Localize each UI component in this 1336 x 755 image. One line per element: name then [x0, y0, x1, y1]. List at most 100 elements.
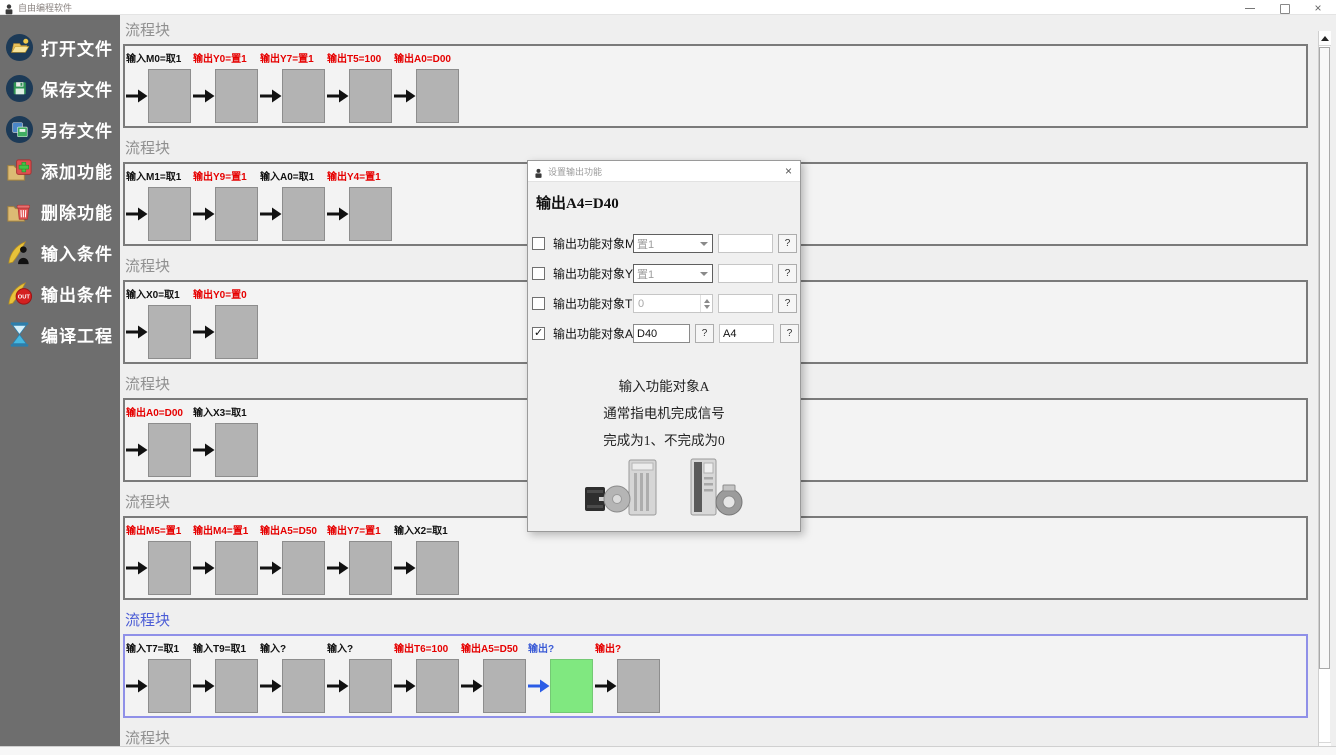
help-button[interactable]: ? — [778, 264, 797, 283]
flow-block[interactable] — [282, 541, 325, 595]
flow-block[interactable] — [349, 541, 392, 595]
flow-unit-row — [193, 540, 260, 596]
flow-block[interactable] — [282, 659, 325, 713]
sidebar-item-input-condition[interactable]: 输入条件 — [0, 232, 120, 273]
flow-unit[interactable]: 输入A0=取1 — [260, 171, 327, 242]
flow-unit[interactable]: 输出Y0=置0 — [193, 289, 260, 360]
scrollbar-thumb[interactable] — [1319, 47, 1330, 669]
flow-unit[interactable]: 输出Y9=置1 — [193, 171, 260, 242]
flow-unit[interactable]: 输出T5=100 — [327, 53, 394, 124]
extra-input[interactable] — [718, 294, 773, 313]
flow-unit[interactable]: 输入M0=取1 — [126, 53, 193, 124]
flow-unit[interactable]: 输入X0=取1 — [126, 289, 193, 360]
dialog-close-icon[interactable]: × — [783, 164, 794, 178]
flow-block[interactable] — [416, 659, 459, 713]
compile-project-icon — [5, 320, 35, 350]
flow-block[interactable] — [349, 659, 392, 713]
close-icon[interactable]: × — [1312, 2, 1324, 14]
flow-unit[interactable]: 输入X2=取1 — [394, 525, 461, 596]
checkbox[interactable] — [532, 237, 545, 250]
flow-unit[interactable]: 输入X3=取1 — [193, 407, 260, 478]
checkbox[interactable] — [532, 267, 545, 280]
sidebar-item-save-file[interactable]: 保存文件 — [0, 68, 120, 109]
extra-input[interactable] — [719, 324, 774, 343]
flow-unit[interactable]: 输出M4=置1 — [193, 525, 260, 596]
flow-block[interactable] — [148, 69, 191, 123]
flow-block[interactable] — [215, 423, 258, 477]
flow-block[interactable] — [617, 659, 660, 713]
flow-block[interactable] — [282, 69, 325, 123]
dialog-rows: 输出功能对象M置1?输出功能对象Y置1?输出功能对象T0?输出功能对象A?? — [528, 234, 800, 343]
scroll-up-icon[interactable] — [1319, 31, 1331, 46]
number-spinner[interactable]: 0 — [633, 294, 713, 313]
sidebar-item-open-file[interactable]: 打开文件 — [0, 27, 120, 68]
vertical-scrollbar[interactable] — [1318, 31, 1330, 746]
flow-block[interactable] — [349, 69, 392, 123]
spinner-value: 0 — [634, 298, 700, 310]
flow-block[interactable] — [215, 659, 258, 713]
sidebar-item-add-function[interactable]: 添加功能 — [0, 150, 120, 191]
help-button[interactable]: ? — [778, 234, 797, 253]
flow-block[interactable] — [148, 305, 191, 359]
flow-unit[interactable]: 输入M1=取1 — [126, 171, 193, 242]
help-button[interactable]: ? — [780, 324, 799, 343]
maximize-icon[interactable] — [1278, 2, 1290, 14]
flow-unit-label: 输出Y9=置1 — [193, 171, 260, 184]
flow-block[interactable] — [148, 187, 191, 241]
flow-unit-label: 输入A0=取1 — [260, 171, 327, 184]
flow-block[interactable] — [148, 423, 191, 477]
sidebar-item-output-condition[interactable]: OUT输出条件 — [0, 273, 120, 314]
sidebar-item-delete-function[interactable]: 删除功能 — [0, 191, 120, 232]
checkbox[interactable] — [532, 297, 545, 310]
flow-block[interactable] — [215, 541, 258, 595]
flow-unit[interactable]: 输出A5=D50 — [260, 525, 327, 596]
flow-block[interactable] — [215, 187, 258, 241]
combo-select[interactable]: 置1 — [633, 264, 713, 283]
arrow-black-icon — [260, 560, 282, 576]
flow-unit[interactable]: 输出Y7=置1 — [327, 525, 394, 596]
extra-input[interactable] — [718, 234, 773, 253]
flow-unit[interactable]: 输出? — [595, 643, 662, 714]
info-line: 输入功能对象A — [528, 373, 800, 400]
flow-block[interactable] — [349, 187, 392, 241]
flow-unit[interactable]: 输入? — [327, 643, 394, 714]
flow-unit[interactable]: 输出Y4=置1 — [327, 171, 394, 242]
flow-block[interactable] — [215, 305, 258, 359]
checkbox[interactable] — [532, 327, 545, 340]
flow-block[interactable] — [282, 187, 325, 241]
flow-unit[interactable]: 输出M5=置1 — [126, 525, 193, 596]
flow-block[interactable] — [416, 69, 459, 123]
value-input[interactable] — [633, 324, 690, 343]
sidebar-item-save-as-file[interactable]: 另存文件 — [0, 109, 120, 150]
flow-block[interactable] — [148, 659, 191, 713]
flow-unit[interactable]: 输出A0=D00 — [394, 53, 461, 124]
spinner-buttons[interactable] — [700, 295, 712, 312]
sidebar-item-label: 输出条件 — [41, 281, 113, 306]
output-condition-icon: OUT — [5, 279, 35, 309]
scroll-down-icon[interactable] — [1319, 742, 1331, 746]
flow-block[interactable] — [550, 659, 593, 713]
flow-unit[interactable]: 输出Y7=置1 — [260, 53, 327, 124]
flow-unit[interactable]: 输入T7=取1 — [126, 643, 193, 714]
help-button[interactable]: ? — [695, 324, 714, 343]
flow-section-container[interactable]: 输入M0=取1输出Y0=置1输出Y7=置1输出T5=100输出A0=D00 — [123, 44, 1308, 128]
flow-unit[interactable]: 输出T6=100 — [394, 643, 461, 714]
extra-input[interactable] — [718, 264, 773, 283]
flow-unit[interactable]: 输出? — [528, 643, 595, 714]
flow-unit-label: 输出? — [528, 643, 595, 656]
combo-select[interactable]: 置1 — [633, 234, 713, 253]
help-button[interactable]: ? — [778, 294, 797, 313]
flow-unit[interactable]: 输出A0=D00 — [126, 407, 193, 478]
minimize-icon[interactable] — [1244, 2, 1256, 14]
flow-block[interactable] — [215, 69, 258, 123]
flow-unit[interactable]: 输入? — [260, 643, 327, 714]
flow-unit[interactable]: 输入T9=取1 — [193, 643, 260, 714]
flow-unit[interactable]: 输出A5=D50 — [461, 643, 528, 714]
flow-block[interactable] — [483, 659, 526, 713]
servo-drive-image — [687, 457, 745, 524]
flow-section-container[interactable]: 输入T7=取1输入T9=取1输入?输入?输出T6=100输出A5=D50输出?输… — [123, 634, 1308, 718]
flow-block[interactable] — [148, 541, 191, 595]
sidebar-item-compile-project[interactable]: 编译工程 — [0, 314, 120, 355]
flow-unit[interactable]: 输出Y0=置1 — [193, 53, 260, 124]
flow-block[interactable] — [416, 541, 459, 595]
